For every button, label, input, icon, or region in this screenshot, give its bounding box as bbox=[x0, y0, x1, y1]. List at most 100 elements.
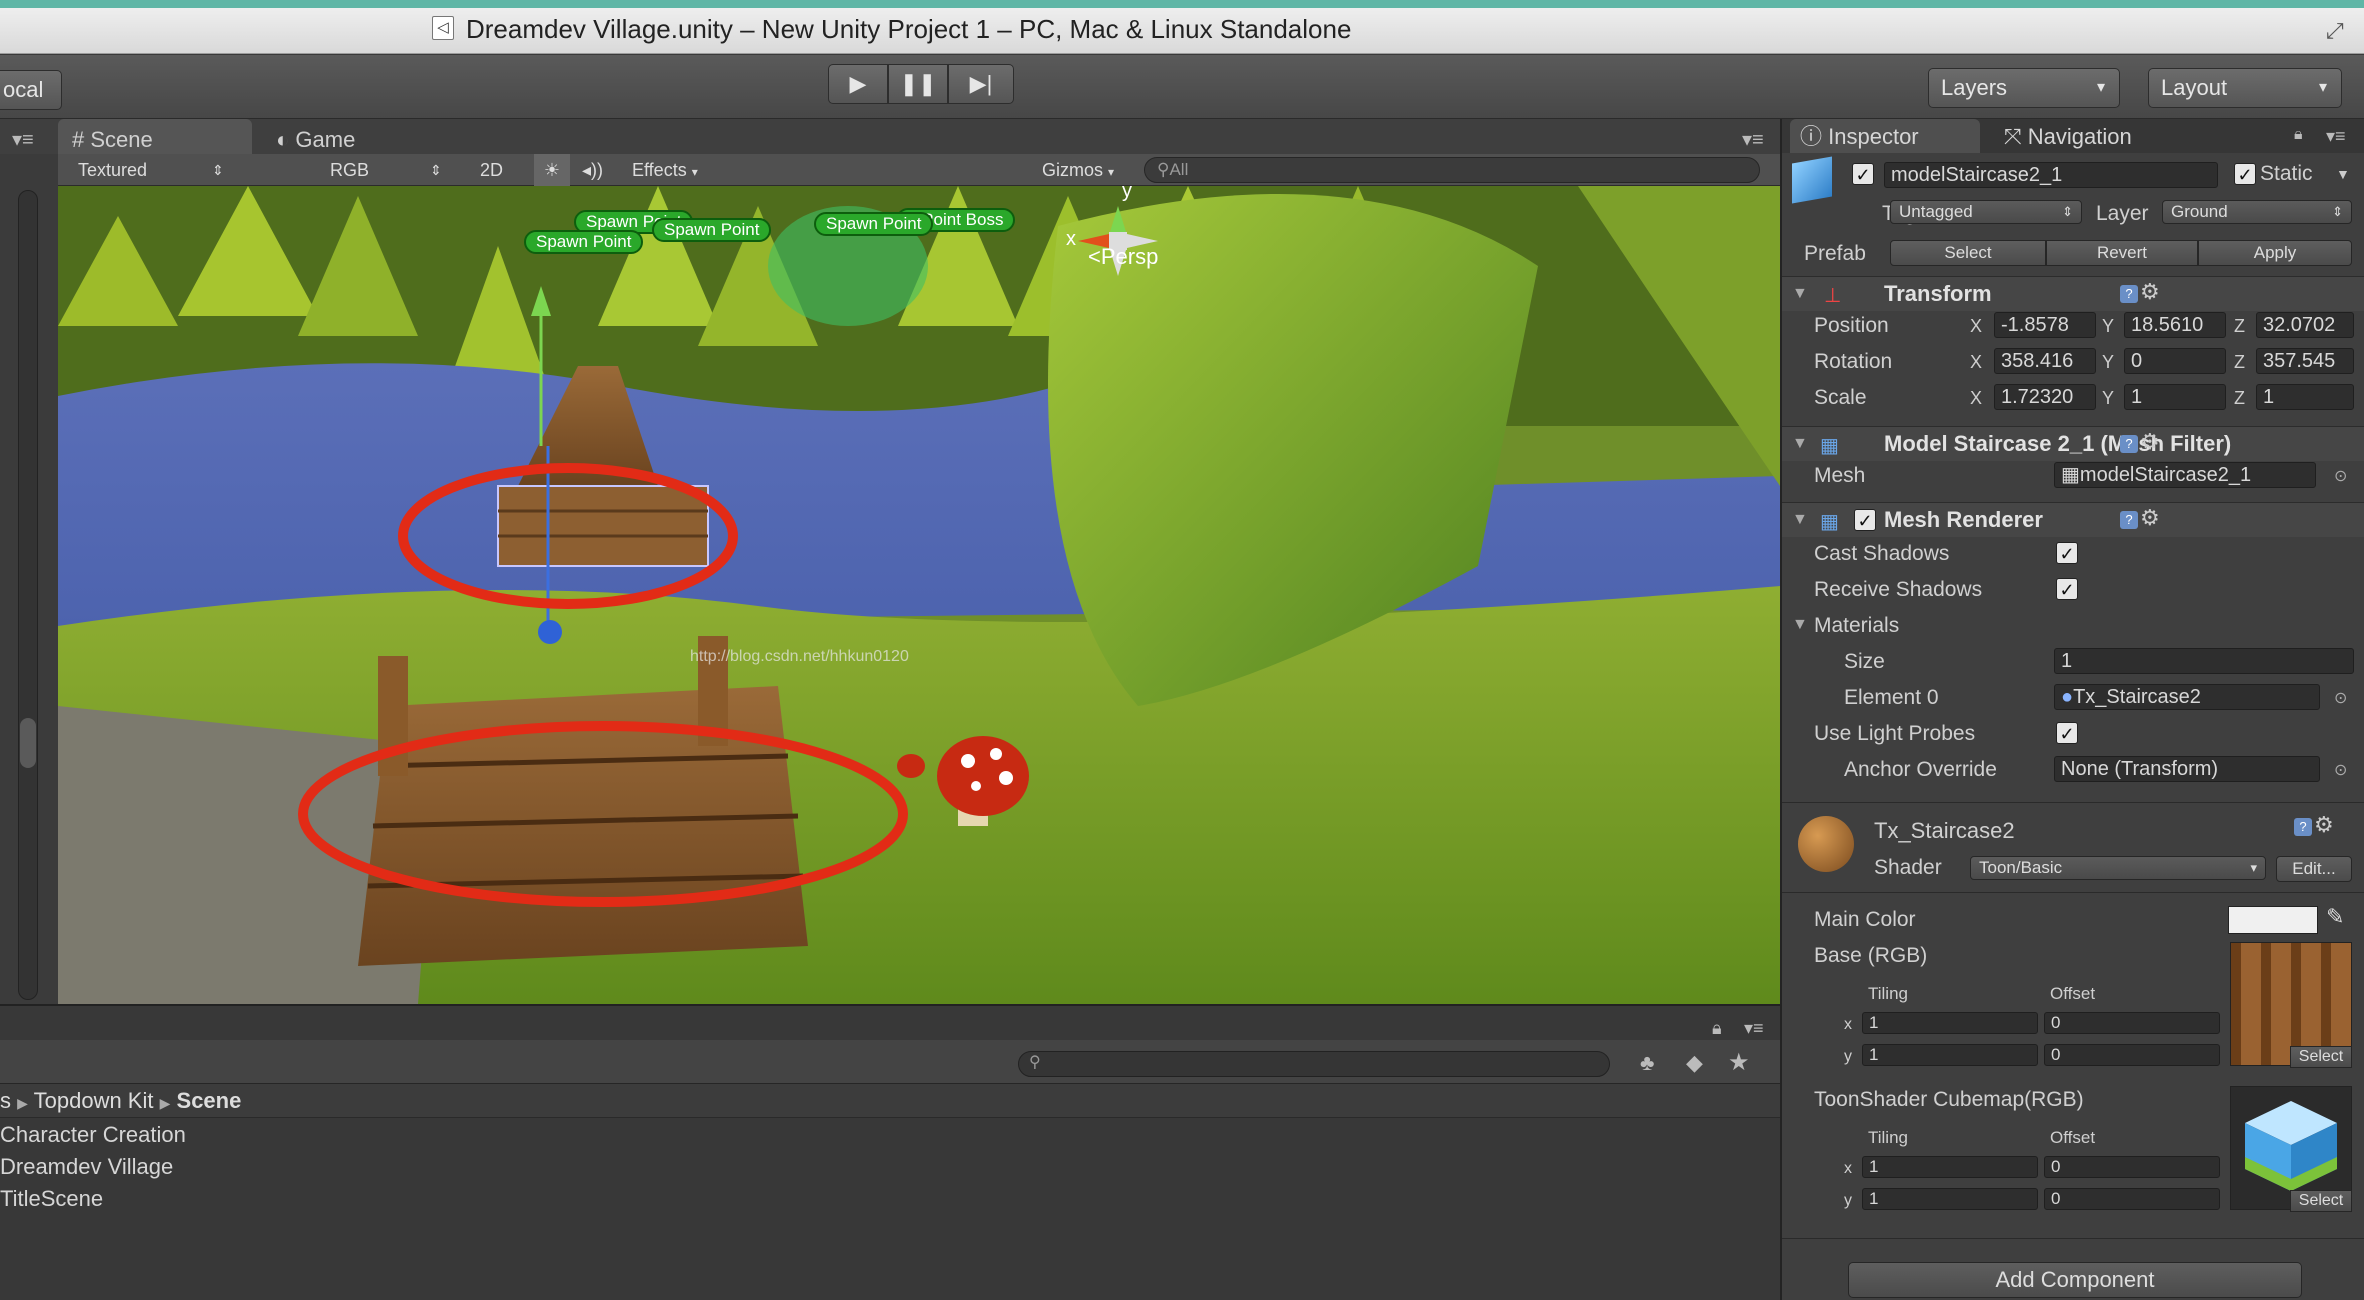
list-item[interactable]: TitleScene bbox=[0, 1186, 103, 1212]
position-x-field[interactable]: -1.8578 bbox=[1994, 312, 2096, 338]
toggle-2d-button[interactable]: 2D bbox=[480, 154, 503, 186]
mesh-field[interactable]: ▦modelStaircase2_1 bbox=[2054, 462, 2316, 488]
effects-dropdown[interactable]: Effects ▾ bbox=[632, 154, 698, 186]
rotation-z-field[interactable]: 357.545 bbox=[2256, 348, 2354, 374]
element0-field[interactable]: ●Tx_Staircase2 bbox=[2054, 684, 2320, 710]
cast-shadows-checkbox[interactable]: ✓ bbox=[2056, 542, 2078, 564]
cubemap-tiling-x-field[interactable]: 1 bbox=[1862, 1156, 2038, 1178]
spawn-label[interactable]: Spawn Point bbox=[652, 218, 772, 242]
object-picker-icon[interactable]: ⊙ bbox=[2334, 760, 2347, 780]
light-probes-checkbox[interactable]: ✓ bbox=[2056, 722, 2078, 744]
scale-x-field[interactable]: 1.72320 bbox=[1994, 384, 2096, 410]
scene-search-input[interactable]: ⚲All bbox=[1144, 157, 1760, 183]
prefab-apply-button[interactable]: Apply bbox=[2198, 240, 2352, 266]
panel-menu-icon[interactable]: ▾≡ bbox=[1744, 1018, 1764, 1039]
anchor-override-field[interactable]: None (Transform) bbox=[2054, 756, 2320, 782]
cubemap-offset-x-field[interactable]: 0 bbox=[2044, 1156, 2220, 1178]
filter-by-label-icon[interactable]: ◆ bbox=[1686, 1050, 1703, 1076]
object-name-field[interactable]: modelStaircase2_1 bbox=[1884, 162, 2218, 188]
render-mode-dropdown[interactable]: RGB ⇕ bbox=[330, 154, 442, 186]
breadcrumb-item-current[interactable]: Scene bbox=[177, 1088, 242, 1113]
help-icon[interactable]: ? bbox=[2120, 435, 2138, 453]
scene-lighting-toggle[interactable]: ☀ bbox=[534, 154, 570, 186]
base-offset-x-field[interactable]: 0 bbox=[2044, 1012, 2220, 1034]
transform-header[interactable]: ▼ ⊥ Transform ? ⚙ bbox=[1782, 276, 2364, 311]
add-component-button[interactable]: Add Component bbox=[1848, 1262, 2302, 1298]
gizmos-dropdown[interactable]: Gizmos ▾ bbox=[1042, 154, 1114, 186]
breadcrumb-item[interactable]: s bbox=[0, 1088, 11, 1113]
help-icon[interactable]: ? bbox=[2294, 818, 2312, 836]
panel-menu-icon[interactable]: ▾≡ bbox=[2326, 126, 2346, 147]
static-checkbox[interactable]: ✓ bbox=[2234, 163, 2256, 185]
object-picker-icon[interactable]: ⊙ bbox=[2334, 688, 2347, 708]
help-icon[interactable]: ? bbox=[2120, 511, 2138, 529]
list-item[interactable]: Character Creation bbox=[0, 1122, 186, 1148]
panel-menu-icon[interactable]: ▾≡ bbox=[12, 127, 34, 152]
tab-navigation[interactable]: ⤧ Navigation bbox=[1994, 119, 2184, 153]
persp-label[interactable]: <Persp bbox=[1088, 244, 1158, 270]
tab-inspector[interactable]: ⓘ Inspector bbox=[1790, 119, 1980, 153]
position-z-field[interactable]: 32.0702 bbox=[2256, 312, 2354, 338]
panel-menu-icon[interactable]: ▾≡ bbox=[1742, 127, 1764, 152]
help-icon[interactable]: ? bbox=[2120, 285, 2138, 303]
receive-shadows-checkbox[interactable]: ✓ bbox=[2056, 578, 2078, 600]
lock-icon[interactable]: 🔒︎ bbox=[2294, 126, 2303, 144]
fullscreen-icon[interactable]: ⤢ bbox=[2326, 18, 2344, 44]
static-dropdown-icon[interactable]: ▼ bbox=[2336, 166, 2350, 182]
layer-dropdown[interactable]: Ground ⇕ bbox=[2162, 200, 2352, 224]
rotation-y-field[interactable]: 0 bbox=[2124, 348, 2226, 374]
shader-edit-button[interactable]: Edit... bbox=[2276, 856, 2352, 882]
pause-button[interactable]: ❚❚ bbox=[888, 64, 948, 104]
tab-scene[interactable]: # Scene bbox=[58, 119, 252, 159]
cubemap-offset-y-field[interactable]: 0 bbox=[2044, 1188, 2220, 1210]
layout-dropdown[interactable]: Layout ▾ bbox=[2148, 68, 2342, 108]
eyedropper-icon[interactable]: ✎ bbox=[2326, 904, 2344, 930]
cubemap-select-button[interactable]: Select bbox=[2290, 1190, 2352, 1212]
mesh-renderer-header[interactable]: ▼ ▦ ✓ Mesh Renderer ? ⚙ bbox=[1782, 502, 2364, 537]
prefab-revert-button[interactable]: Revert bbox=[2046, 240, 2198, 266]
fold-arrow-icon[interactable]: ▼ bbox=[1792, 616, 1808, 634]
base-offset-y-field[interactable]: 0 bbox=[2044, 1044, 2220, 1066]
gear-icon[interactable]: ⚙ bbox=[2140, 429, 2160, 455]
gear-icon[interactable]: ⚙ bbox=[2140, 279, 2160, 305]
scale-y-field[interactable]: 1 bbox=[2124, 384, 2226, 410]
object-picker-icon[interactable]: ⊙ bbox=[2334, 466, 2347, 486]
tab-game[interactable]: ◐ Game bbox=[262, 119, 422, 159]
lock-icon[interactable]: 🔒︎ bbox=[1712, 1018, 1722, 1039]
active-checkbox[interactable]: ✓ bbox=[1852, 163, 1874, 185]
shading-mode-dropdown[interactable]: Textured ⇕ bbox=[78, 154, 224, 186]
base-tiling-x-field[interactable]: 1 bbox=[1862, 1012, 2038, 1034]
cubemap-tiling-y-field[interactable]: 1 bbox=[1862, 1188, 2038, 1210]
base-texture-select-button[interactable]: Select bbox=[2290, 1046, 2352, 1068]
scale-z-field[interactable]: 1 bbox=[2256, 384, 2354, 410]
step-button[interactable]: ▶| bbox=[948, 64, 1014, 104]
scrollbar-thumb[interactable] bbox=[20, 718, 36, 768]
gear-icon[interactable]: ⚙ bbox=[2140, 505, 2160, 531]
list-item[interactable]: Dreamdev Village bbox=[0, 1154, 173, 1180]
layers-dropdown[interactable]: Layers ▾ bbox=[1928, 68, 2120, 108]
base-tiling-y-field[interactable]: 1 bbox=[1862, 1044, 2038, 1066]
spawn-label[interactable]: Spawn Point bbox=[524, 230, 644, 254]
favorite-star-icon[interactable]: ★ bbox=[1728, 1048, 1750, 1077]
spawn-label[interactable]: Spawn Point bbox=[814, 212, 934, 236]
prefab-select-button[interactable]: Select bbox=[1890, 240, 2046, 266]
rotation-x-field[interactable]: 358.416 bbox=[1994, 348, 2096, 374]
tag-dropdown[interactable]: Untagged ⇕ bbox=[1890, 200, 2082, 224]
project-search-input[interactable]: ⚲ bbox=[1018, 1051, 1610, 1077]
mesh-filter-header[interactable]: ▼ ▦ Model Staircase 2_1 (Mesh Filter) ? … bbox=[1782, 426, 2364, 461]
vertical-scrollbar[interactable] bbox=[18, 190, 38, 1000]
shader-dropdown[interactable]: Toon/Basic ▾ bbox=[1970, 856, 2266, 880]
play-button[interactable]: ▶ bbox=[828, 64, 888, 104]
breadcrumb-item[interactable]: Topdown Kit bbox=[34, 1088, 154, 1113]
main-color-swatch[interactable] bbox=[2228, 906, 2318, 934]
layer-label: Layer bbox=[2096, 202, 2149, 225]
pivot-local-toggle[interactable]: ocal bbox=[0, 70, 62, 110]
element0-value: Tx_Staircase2 bbox=[2073, 686, 2201, 708]
position-y-field[interactable]: 18.5610 bbox=[2124, 312, 2226, 338]
gear-icon[interactable]: ⚙ bbox=[2314, 812, 2334, 838]
filter-by-type-icon[interactable]: ♣ bbox=[1640, 1050, 1654, 1076]
scene-audio-toggle[interactable]: ◂)) bbox=[582, 154, 603, 186]
materials-size-field[interactable]: 1 bbox=[2054, 648, 2354, 674]
scene-viewport[interactable]: y x <Persp Spawn Point Spawn Point Spawn… bbox=[58, 186, 1780, 1004]
component-enabled-checkbox[interactable]: ✓ bbox=[1854, 509, 1876, 531]
